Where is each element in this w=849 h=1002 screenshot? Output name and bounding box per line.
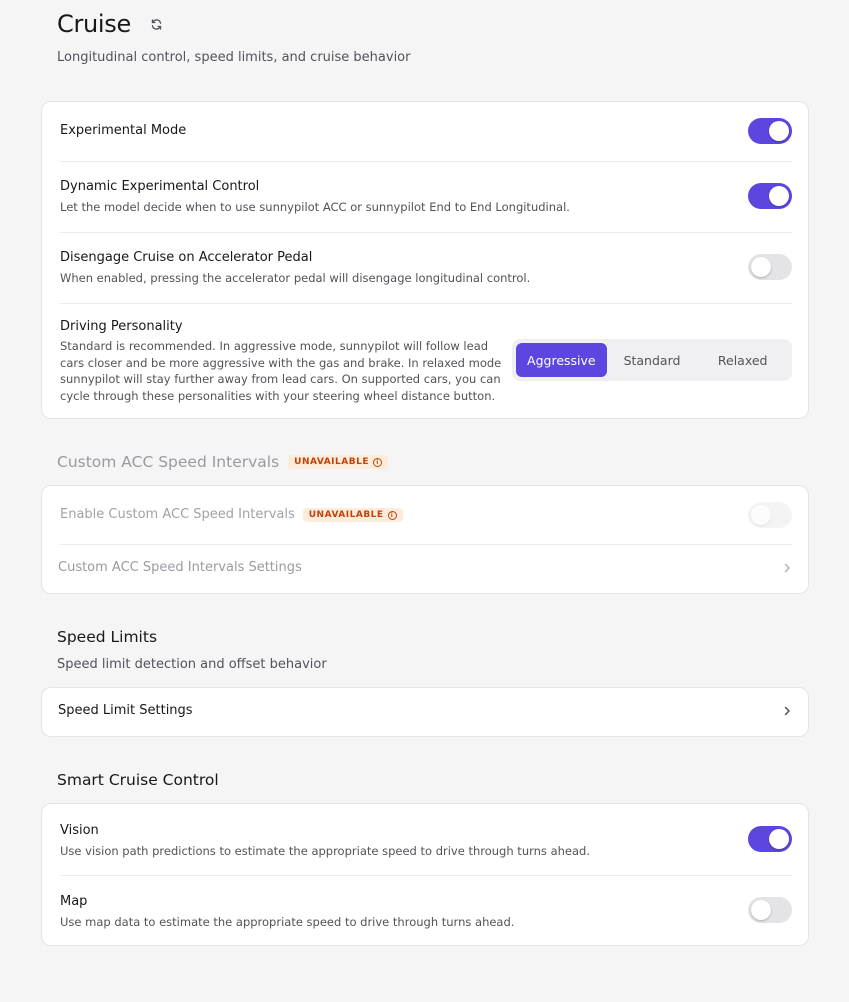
dynamic-experimental-title: Dynamic Experimental Control [60, 179, 260, 194]
badge-label: UNAVAILABLE [294, 457, 369, 467]
disengage-cruise-toggle[interactable] [748, 254, 792, 280]
driving-personality-row: Driving Personality Standard is recommen… [60, 318, 503, 404]
chevron-right-icon [784, 706, 790, 715]
divider [60, 544, 792, 545]
disengage-cruise-desc: When enabled, pressing the accelerator p… [60, 271, 531, 285]
chevron-right-icon [784, 563, 790, 572]
personality-option-aggressive[interactable]: Aggressive [516, 343, 607, 377]
cruise-card: Experimental Mode Dynamic Experimental C… [41, 101, 809, 419]
page-title: Cruise [57, 10, 131, 38]
cruise-settings-page: Cruise Longitudinal control, speed limit… [0, 0, 849, 1002]
custom-acc-section-title: Custom ACC Speed Intervals UNAVAILABLE i [57, 453, 388, 471]
divider [60, 232, 792, 233]
vision-desc: Use vision path predictions to estimate … [60, 844, 590, 858]
speed-limits-card: Speed Limit Settings [41, 687, 809, 737]
info-icon: i [372, 457, 382, 467]
toggle-knob [751, 257, 771, 277]
experimental-mode-row: Experimental Mode [60, 122, 792, 140]
custom-acc-enable-title: Enable Custom ACC Speed Intervals [60, 507, 295, 522]
personality-option-standard[interactable]: Standard [607, 343, 698, 377]
dynamic-experimental-desc: Let the model decide when to use sunnypi… [60, 200, 570, 214]
unavailable-badge[interactable]: UNAVAILABLE i [302, 508, 403, 522]
page-subtitle: Longitudinal control, speed limits, and … [57, 50, 411, 65]
custom-acc-title-text: Custom ACC Speed Intervals [57, 453, 280, 471]
dynamic-experimental-row: Dynamic Experimental Control Let the mod… [60, 178, 718, 216]
speed-limits-subtitle: Speed limit detection and offset behavio… [57, 657, 327, 672]
badge-label: UNAVAILABLE [308, 510, 384, 520]
toggle-knob [751, 505, 771, 525]
dynamic-experimental-toggle[interactable] [748, 183, 792, 209]
custom-acc-card: Enable Custom ACC Speed Intervals UNAVAI… [41, 485, 809, 594]
speed-limits-title: Speed Limits [57, 628, 158, 646]
map-toggle[interactable] [748, 897, 792, 923]
driving-personality-desc: Standard is recommended. In aggressive m… [60, 339, 502, 403]
custom-acc-settings-link[interactable]: Custom ACC Speed Intervals Settings [58, 560, 792, 575]
divider [60, 875, 792, 876]
map-desc: Use map data to estimate the appropriate… [60, 915, 515, 929]
vision-title: Vision [60, 823, 99, 838]
toggle-knob [769, 829, 789, 849]
toggle-knob [769, 121, 789, 141]
custom-acc-settings-label: Custom ACC Speed Intervals Settings [58, 560, 302, 575]
disengage-cruise-row: Disengage Cruise on Accelerator Pedal Wh… [60, 249, 718, 287]
experimental-mode-toggle[interactable] [748, 118, 792, 144]
custom-acc-enable-row: Enable Custom ACC Speed Intervals UNAVAI… [60, 506, 792, 524]
refresh-icon[interactable] [149, 16, 165, 32]
info-icon: i [387, 510, 397, 520]
map-title: Map [60, 894, 88, 909]
smart-cruise-title: Smart Cruise Control [57, 771, 219, 789]
vision-toggle[interactable] [748, 826, 792, 852]
custom-acc-enable-toggle[interactable] [748, 502, 792, 528]
smart-cruise-card: Vision Use vision path predictions to es… [41, 803, 809, 946]
divider [60, 303, 792, 304]
personality-option-relaxed[interactable]: Relaxed [697, 343, 788, 377]
vision-row: Vision Use vision path predictions to es… [60, 822, 718, 860]
driving-personality-selector: Aggressive Standard Relaxed [512, 339, 792, 381]
map-row: Map Use map data to estimate the appropr… [60, 893, 718, 931]
toggle-knob [769, 186, 789, 206]
experimental-mode-title: Experimental Mode [60, 123, 187, 138]
page-header: Cruise [57, 10, 165, 38]
unavailable-badge[interactable]: UNAVAILABLE i [288, 455, 388, 469]
disengage-cruise-title: Disengage Cruise on Accelerator Pedal [60, 250, 313, 265]
toggle-knob [751, 900, 771, 920]
divider [60, 161, 792, 162]
speed-limit-settings-label: Speed Limit Settings [58, 703, 193, 718]
driving-personality-title: Driving Personality [60, 319, 183, 334]
speed-limit-settings-link[interactable]: Speed Limit Settings [58, 703, 792, 718]
